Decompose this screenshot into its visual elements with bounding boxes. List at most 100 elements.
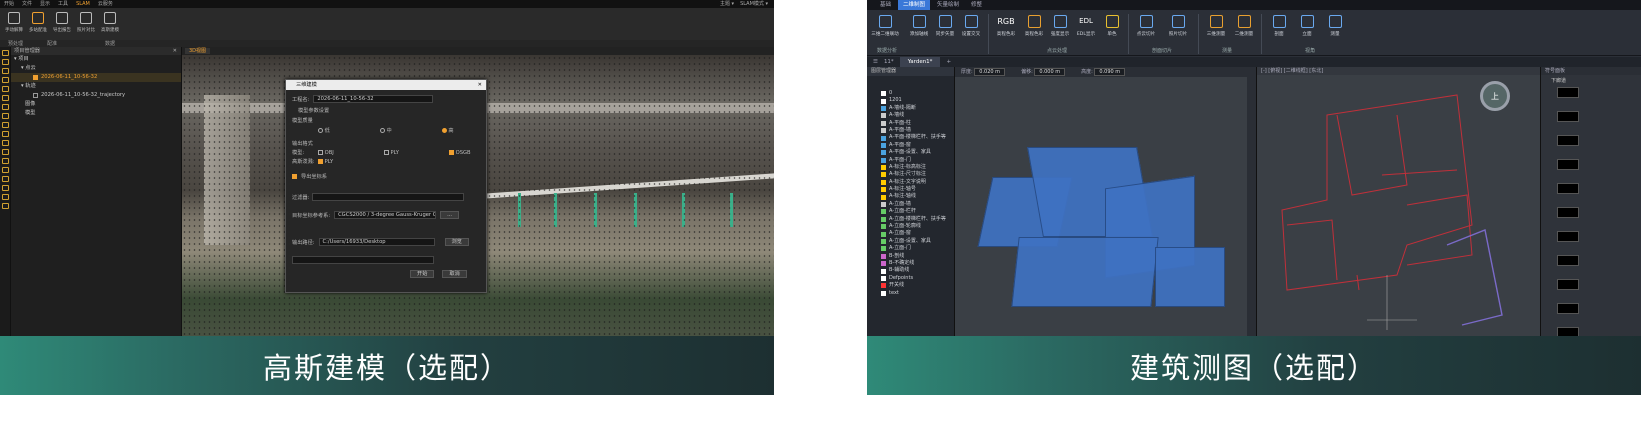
tree-item-trajectory[interactable]: ▾ 轨迹 <box>11 82 181 91</box>
layer-color-swatch[interactable] <box>881 253 886 259</box>
coord-input[interactable]: CGCS2000 / 3-degree Gauss-Kruger CM 111E <box>334 211 437 219</box>
layer-color-swatch[interactable] <box>881 157 886 163</box>
menu-item-tools[interactable]: 工具 <box>58 0 68 8</box>
symbol-swatch[interactable] <box>1557 111 1579 122</box>
layer-color-swatch[interactable] <box>881 224 886 230</box>
checkbox[interactable] <box>33 93 38 98</box>
obj-checkbox[interactable]: OBJ <box>318 149 334 156</box>
symbol-swatch[interactable] <box>1557 207 1579 218</box>
layer-color-swatch[interactable] <box>881 209 886 215</box>
tool-icon[interactable] <box>2 113 9 119</box>
add-axis-button[interactable]: 添加轴线 <box>905 12 933 37</box>
layer-row[interactable]: A-平面-柱 <box>867 120 954 127</box>
sync-vector-button[interactable]: 同步矢量 <box>931 12 959 37</box>
path-input[interactable]: C:/Users/16933/Desktop <box>318 238 435 246</box>
tool-icon[interactable] <box>2 122 9 128</box>
ply-checkbox[interactable]: PLY <box>383 149 399 156</box>
tab-basic[interactable]: 基础 <box>875 0 896 10</box>
tree-item-trajectory-file[interactable]: 2026-06-11_10-56-32_trajectory <box>11 91 181 100</box>
doc-tab-11[interactable]: 11* <box>884 57 894 67</box>
tree-item-images[interactable]: 图像 <box>11 100 181 109</box>
layer-color-swatch[interactable] <box>881 165 886 171</box>
theme-menu[interactable]: 主题 ▾ <box>720 0 734 8</box>
layer-row[interactable]: A-标注-文字说明 <box>867 179 954 186</box>
layer-color-swatch[interactable] <box>881 120 886 126</box>
tool-icon[interactable] <box>2 176 9 182</box>
tree-item-pointcloud[interactable]: ▾ 点云 <box>11 64 181 73</box>
height-input[interactable]: 0.090 m <box>1094 68 1126 76</box>
offset-input[interactable]: 0.000 m <box>1034 68 1066 76</box>
layer-color-swatch[interactable] <box>881 142 886 148</box>
menu-item-start[interactable]: 开始 <box>4 0 14 8</box>
tool-icon[interactable] <box>2 131 9 137</box>
coord-checkbox[interactable]: 导出坐标系 <box>292 173 327 180</box>
layer-row[interactable]: A-墙线 <box>867 112 954 119</box>
3d-measure-button[interactable]: 三维测量 <box>1202 12 1230 37</box>
measure-view-button[interactable]: 测量 <box>1321 12 1349 37</box>
tool-icon[interactable] <box>2 50 9 56</box>
thickness-input[interactable]: 0.020 m <box>974 68 1006 76</box>
tab-3d-view[interactable]: 3D视图 <box>185 48 211 54</box>
close-icon[interactable]: ✕ <box>173 47 177 55</box>
quality-high-radio[interactable]: 高 <box>441 127 454 134</box>
elevation-button[interactable]: 高程色彩 <box>1020 12 1048 37</box>
layer-row[interactable]: A-标注-轴线 <box>867 193 954 200</box>
tool-icon[interactable] <box>2 203 9 209</box>
layer-color-swatch[interactable] <box>881 135 886 141</box>
layer-row[interactable]: B-剖线 <box>867 253 954 260</box>
osgb-checkbox[interactable]: OSGB <box>448 149 471 156</box>
layer-row[interactable]: A-平面-设置、家具 <box>867 149 954 156</box>
layer-color-swatch[interactable] <box>881 172 886 178</box>
coord-browse-button[interactable]: ... <box>440 211 460 219</box>
doc-tab-yarden[interactable]: Yarden1* <box>899 57 941 67</box>
tree-item-models[interactable]: 模型 <box>11 109 181 118</box>
layer-color-swatch[interactable] <box>881 268 886 274</box>
symbol-swatch[interactable] <box>1557 231 1579 242</box>
tool-icon[interactable] <box>2 140 9 146</box>
layer-color-swatch[interactable] <box>881 261 886 267</box>
layer-row[interactable]: A-墙线-隔断 <box>867 105 954 112</box>
edl-button[interactable]: EDL EDL显示 <box>1072 12 1100 37</box>
layer-color-swatch[interactable] <box>881 128 886 134</box>
add-tab-icon[interactable]: + <box>946 57 951 67</box>
tab-vector[interactable]: 矢量绘制 <box>932 0 964 10</box>
cloud-slice-button[interactable]: 点云切片 <box>1132 12 1160 37</box>
quality-low-radio[interactable]: 低 <box>318 127 330 134</box>
tool-icon[interactable] <box>2 194 9 200</box>
layer-color-swatch[interactable] <box>881 239 886 244</box>
layer-color-swatch[interactable] <box>881 246 886 252</box>
layer-row[interactable]: 开关线 <box>867 282 954 289</box>
tool-icon[interactable] <box>2 95 9 101</box>
tool-icon[interactable] <box>2 68 9 74</box>
tool-icon[interactable] <box>2 86 9 92</box>
elevation-view-button[interactable]: 立面 <box>1293 12 1321 37</box>
tool-icon[interactable] <box>2 149 9 155</box>
cancel-button[interactable]: 取消 <box>442 270 467 278</box>
menu-item-slam[interactable]: SLAM <box>76 0 90 8</box>
tree-item-project[interactable]: ▾ 项目 <box>11 55 181 64</box>
photo-slice-button[interactable]: 照片切片 <box>1164 12 1192 37</box>
symbol-swatch[interactable] <box>1557 279 1579 290</box>
menu-item-cloud[interactable]: 云服务 <box>98 0 113 8</box>
symbol-swatch[interactable] <box>1557 255 1579 266</box>
layer-color-swatch[interactable] <box>881 179 886 185</box>
layer-color-swatch[interactable] <box>881 113 886 119</box>
symbol-swatch[interactable] <box>1557 87 1579 98</box>
layer-row[interactable]: 0 <box>867 90 954 97</box>
tool-icon[interactable] <box>2 185 9 191</box>
layer-row[interactable]: B-不确定线 <box>867 260 954 267</box>
hamburger-icon[interactable]: ☰ <box>873 57 878 67</box>
layer-row[interactable]: text <box>867 290 954 297</box>
start-button[interactable]: 开始 <box>410 270 435 278</box>
tab-trim[interactable]: 修整 <box>966 0 987 10</box>
symbol-swatch[interactable] <box>1557 159 1579 170</box>
mono-button[interactable]: 单色 <box>1098 12 1126 37</box>
layer-color-swatch[interactable] <box>881 275 886 281</box>
layer-color-swatch[interactable] <box>881 216 886 222</box>
tab-2d-drafting[interactable]: 二维制图 <box>898 0 931 10</box>
layer-color-swatch[interactable] <box>881 283 886 289</box>
2d-measure-button[interactable]: 二维测量 <box>1230 12 1258 37</box>
layer-row[interactable]: B-辅助线 <box>867 267 954 274</box>
tree-item-cloud-file[interactable]: 2026-06-11_10-56-32 <box>11 73 181 82</box>
layer-color-swatch[interactable] <box>881 91 886 97</box>
